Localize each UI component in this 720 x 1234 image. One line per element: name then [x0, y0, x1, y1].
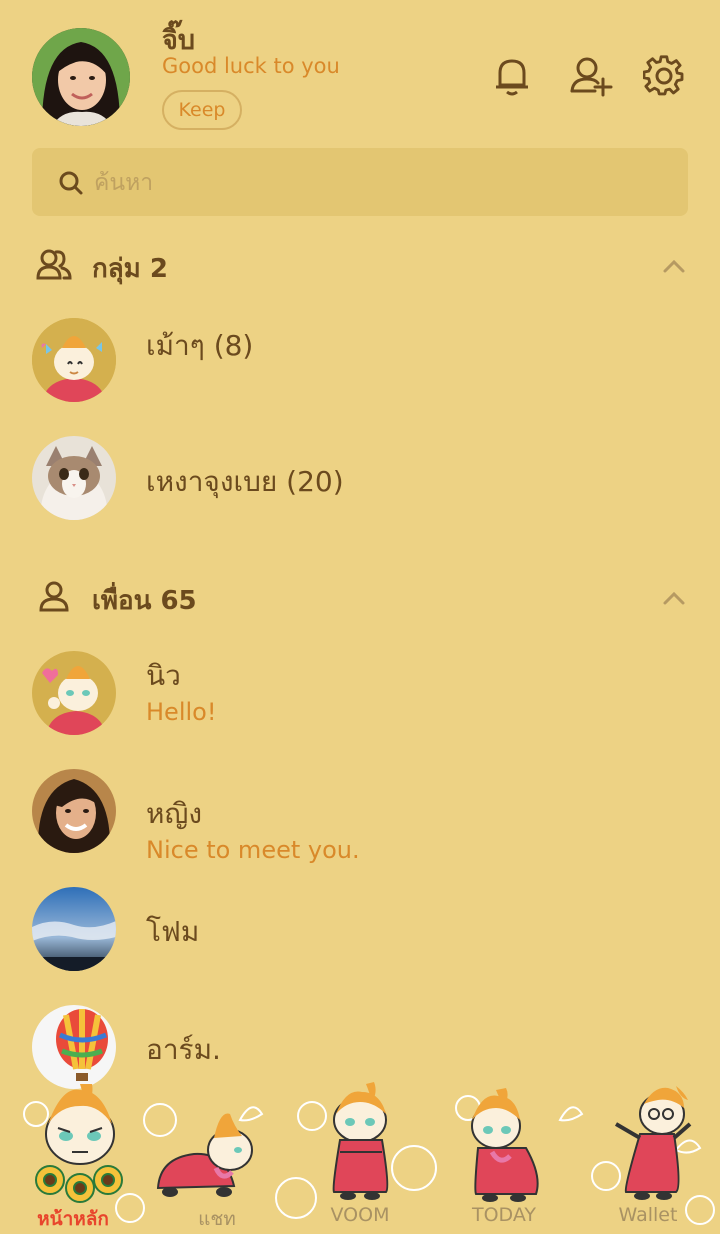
add-friend-icon[interactable]	[569, 54, 613, 98]
tab-wallet-label[interactable]: Wallet	[593, 1204, 703, 1226]
friend-name: นิว	[146, 659, 181, 692]
tab-voom-label[interactable]: VOOM	[305, 1204, 415, 1226]
voom-tab-icon	[332, 1082, 389, 1200]
home-tab-icon	[35, 1084, 123, 1203]
wallet-tab-icon	[614, 1086, 692, 1200]
today-tab-icon	[471, 1088, 539, 1202]
group-avatar[interactable]	[32, 436, 116, 520]
friend-name: โฟม	[146, 915, 200, 948]
keep-button[interactable]: Keep	[162, 90, 242, 130]
friend-avatar[interactable]	[32, 1005, 116, 1089]
group-avatar[interactable]	[32, 318, 116, 402]
bottom-nav: หน้าหลัก แชท VOOM TODAY Wallet	[0, 1080, 720, 1232]
chat-tab-icon	[156, 1113, 253, 1197]
friend-avatar[interactable]	[32, 651, 116, 735]
tab-wallet[interactable]	[604, 1084, 704, 1204]
friend-status-message: Hello!	[146, 698, 217, 726]
tab-chat-label[interactable]: แชท	[162, 1204, 272, 1234]
friend-avatar[interactable]	[32, 887, 116, 971]
friends-section-title: เพื่อน 65	[92, 586, 197, 616]
friend-avatar[interactable]	[32, 769, 116, 853]
tab-chat[interactable]	[150, 1110, 266, 1206]
search-input[interactable]	[92, 162, 656, 204]
group-name: เม้าๆ (8)	[146, 329, 254, 362]
group-icon	[36, 248, 72, 286]
tab-today-label[interactable]: TODAY	[449, 1204, 559, 1226]
chevron-up-icon[interactable]	[662, 590, 686, 610]
friend-status-message: Nice to meet you.	[146, 836, 360, 864]
tab-today[interactable]	[456, 1086, 556, 1204]
tab-home-label[interactable]: หน้าหลัก	[18, 1204, 128, 1234]
search-bar[interactable]	[32, 148, 688, 216]
chevron-up-icon[interactable]	[662, 258, 686, 278]
person-icon	[38, 580, 70, 618]
gear-icon[interactable]	[642, 54, 686, 98]
profile-status: Good luck to you	[162, 54, 340, 78]
search-icon	[58, 170, 84, 200]
group-name: เหงาจุงเบย (20)	[146, 465, 344, 498]
bell-icon[interactable]	[490, 54, 534, 98]
profile-avatar[interactable]	[32, 28, 130, 126]
groups-section-title: กลุ่ม 2	[92, 254, 168, 284]
tab-voom[interactable]	[310, 1080, 410, 1204]
friend-name: หญิง	[146, 797, 202, 830]
friend-name: อาร์ม.	[146, 1033, 221, 1066]
